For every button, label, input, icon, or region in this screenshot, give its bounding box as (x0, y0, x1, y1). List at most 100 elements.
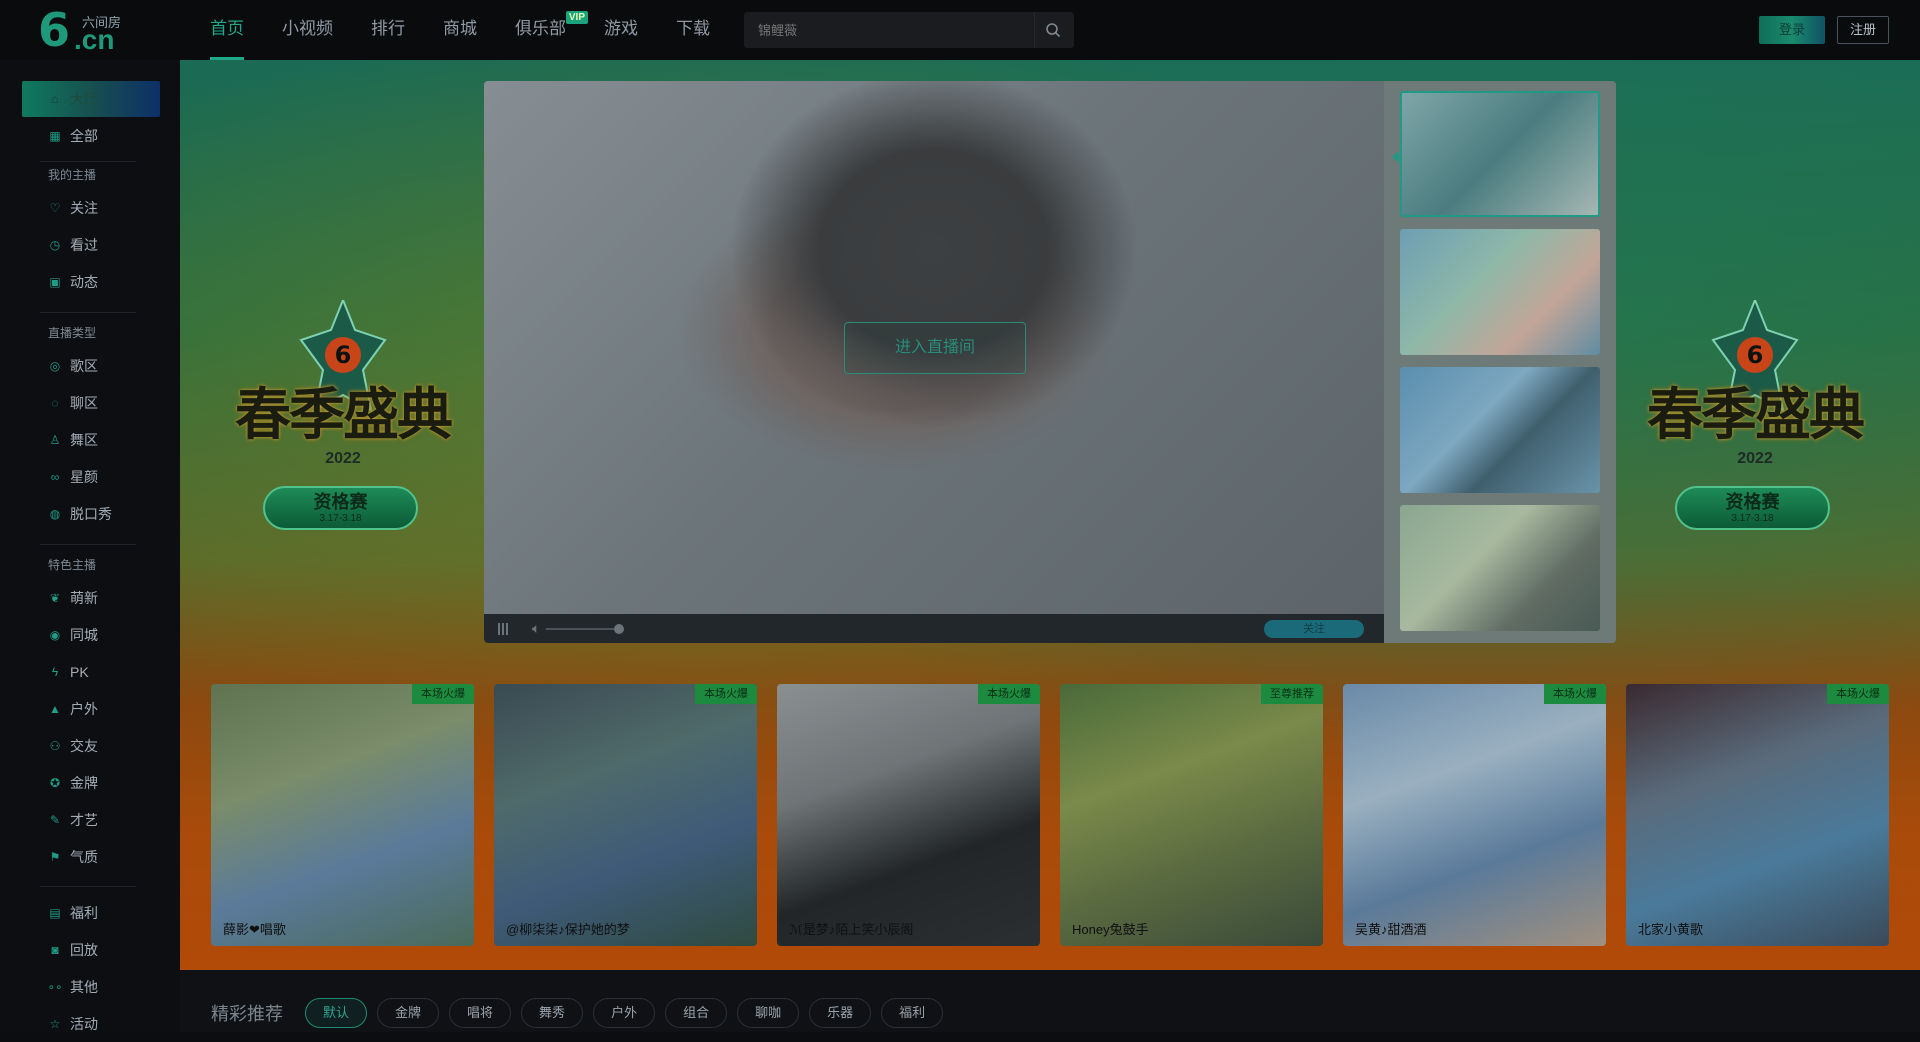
sidebar-item-social[interactable]: ⚇ 交友 (22, 728, 160, 764)
search-icon (1045, 23, 1060, 38)
sidebar-item-label: 关注 (70, 200, 98, 216)
hot-stream-card[interactable]: 本场火爆 薛影❤唱歌 (211, 684, 474, 946)
hot-stream-card[interactable]: 本场火爆 ℳ是梦♪陌上笑小辰阁 (777, 684, 1040, 946)
star-icon: ☆ (49, 1017, 61, 1031)
sidebar-item-events[interactable]: ☆ 活动 (22, 1006, 160, 1042)
mic-icon: ◍ (49, 507, 61, 521)
hot-stream-card[interactable]: 本场火爆 北家小黄歌 (1626, 684, 1889, 946)
sidebar-item-label: 星颜 (70, 469, 98, 485)
sidebar-item-newbie[interactable]: ❦ 萌新 (22, 580, 160, 616)
event-badge-right[interactable]: 6 春季盛典 2022 资格赛 3.17-3.18 (1620, 290, 1890, 570)
site-logo[interactable]: 6 六间房 .cn (38, 6, 138, 54)
sidebar-divider (40, 886, 136, 887)
card-caption: 北家小黄歌 (1638, 922, 1704, 937)
volume-slider[interactable] (546, 623, 625, 634)
login-button[interactable]: 登录 (1759, 16, 1825, 44)
nav-mall[interactable]: 商城 (443, 0, 477, 60)
sidebar-item-dance[interactable]: ♙ 舞区 (22, 422, 160, 458)
volume-icon[interactable]: 🔈︎ (532, 620, 540, 637)
sidebar-item-gold[interactable]: ✪ 金牌 (22, 765, 160, 801)
sidebar-item-chatting[interactable]: ◌ 聊区 (22, 385, 160, 421)
sidebar-divider (40, 161, 136, 162)
sidebar-item-all[interactable]: ▦ 全部 (22, 118, 160, 154)
sidebar-item-singing[interactable]: ◎ 歌区 (22, 348, 160, 384)
sidebar-item-label: 舞区 (70, 432, 98, 448)
volume-knob[interactable] (614, 623, 625, 634)
sidebar-item-label: 气质 (70, 849, 98, 865)
nav-home[interactable]: 首页 (210, 0, 244, 60)
sidebar-item-welfare[interactable]: ▤ 福利 (22, 895, 160, 931)
nav-ranking[interactable]: 排行 (371, 0, 405, 60)
sidebar-item-label: 活动 (70, 1016, 98, 1032)
stream-thumbnail[interactable] (1400, 229, 1600, 355)
pause-icon[interactable] (498, 622, 512, 635)
palette-icon: ✎ (49, 813, 61, 827)
nav-club[interactable]: 俱乐部 VIP (515, 0, 588, 60)
filter-chip-default[interactable]: 默认 (305, 998, 368, 1028)
event-badge-left[interactable]: 6 春季盛典 2022 资格赛 3.17-3.18 (208, 290, 478, 570)
sidebar-item-pk[interactable]: ϟ PK (22, 654, 160, 690)
filter-chip-group[interactable]: 组合 (665, 998, 728, 1028)
card-tag: 本场火爆 (412, 684, 474, 704)
card-tag: 本场火爆 (695, 684, 757, 704)
sidebar-heading-live-types: 直播类型 (48, 326, 97, 340)
nav-short-video[interactable]: 小视频 (282, 0, 333, 60)
replay-icon: ◙ (51, 943, 59, 957)
follow-button[interactable]: 关注 (1264, 620, 1364, 638)
search-button[interactable] (1034, 12, 1070, 48)
event-stage: 资格赛 (1725, 492, 1780, 512)
svg-text:6: 6 (335, 341, 352, 369)
filter-chip-singer[interactable]: 唱将 (449, 998, 512, 1028)
sidebar-item-label: 同城 (70, 627, 98, 643)
event-stage: 资格赛 (313, 492, 368, 512)
sidebar-item-talk-show[interactable]: ◍ 脱口秀 (22, 496, 160, 532)
sidebar-item-replay[interactable]: ◙ 回放 (22, 932, 160, 968)
sidebar-item-label: 萌新 (70, 590, 98, 606)
hot-stream-card[interactable]: 至尊推荐 Honey兔鼓手 (1060, 684, 1323, 946)
filter-chip-welfare[interactable]: 福利 (881, 998, 944, 1028)
people-icon: ⚇ (49, 739, 61, 753)
sidebar-item-feed[interactable]: ▣ 动态 (22, 264, 160, 300)
sidebar-item-follow[interactable]: ♡ 关注 (22, 190, 160, 226)
sidebar-item-label: 交友 (70, 738, 98, 754)
sidebar-item-label: 福利 (70, 905, 98, 921)
sidebar-item-outdoor[interactable]: ▲ 户外 (22, 691, 160, 727)
nav-games[interactable]: 游戏 (604, 0, 638, 60)
hot-stream-card[interactable]: 本场火爆 吴黄♪甜酒酒 (1343, 684, 1606, 946)
sidebar-item-local[interactable]: ◉ 同城 (22, 617, 160, 653)
filter-chip-dance[interactable]: 舞秀 (521, 998, 584, 1028)
filter-chip-gold[interactable]: 金牌 (377, 998, 440, 1028)
sidebar-item-lobby[interactable]: ⌂ 大厅 (22, 81, 160, 117)
stream-thumbnail[interactable] (1400, 91, 1600, 217)
nav-download[interactable]: 下载 (676, 0, 710, 60)
sidebar-item-talent[interactable]: ✎ 才艺 (22, 802, 160, 838)
hot-stream-card[interactable]: 本场火爆 @柳柒柒♪保护她的梦 (494, 684, 757, 946)
message-icon: ▣ (49, 275, 61, 289)
stream-thumbnail[interactable] (1400, 367, 1600, 493)
nav-club-label: 俱乐部 (515, 19, 566, 38)
sidebar-item-temperament[interactable]: ⚑ 气质 (22, 839, 160, 875)
enter-room-button[interactable]: 进入直播间 (844, 322, 1026, 374)
event-stage-pill: 资格赛 3.17-3.18 (1675, 486, 1830, 530)
stream-thumbnail[interactable] (1400, 505, 1600, 631)
sidebar-item-label: 户外 (70, 701, 98, 717)
sidebar-item-label: 回放 (70, 942, 98, 958)
selected-arrow-icon (1392, 151, 1399, 163)
live-video[interactable]: 进入直播间 (484, 81, 1384, 643)
recommend-title: 精彩推荐 (211, 1004, 283, 1024)
event-dates: 3.17-3.18 (319, 513, 362, 524)
filter-chip-outdoor[interactable]: 户外 (593, 998, 656, 1028)
sidebar-item-label: 其他 (70, 979, 98, 995)
flag-icon: ⚑ (49, 850, 61, 864)
search-input[interactable] (744, 22, 1034, 38)
filter-chip-instrument[interactable]: 乐器 (809, 998, 872, 1028)
dancer-icon: ♙ (49, 433, 61, 447)
sidebar-item-other[interactable]: ∘∘ 其他 (22, 969, 160, 1005)
sidebar-item-history[interactable]: ◷ 看过 (22, 227, 160, 263)
sidebar-item-star-face[interactable]: ∞ 星颜 (22, 459, 160, 495)
register-button[interactable]: 注册 (1837, 16, 1889, 44)
filter-chip-chat[interactable]: 聊咖 (737, 998, 800, 1028)
stream-thumbnails (1384, 81, 1616, 643)
medal-icon: ✪ (49, 776, 61, 790)
recommend-filter-bar: 精彩推荐 默认 金牌 唱将 舞秀 户外 组合 聊咖 乐器 福利 (211, 998, 953, 1028)
